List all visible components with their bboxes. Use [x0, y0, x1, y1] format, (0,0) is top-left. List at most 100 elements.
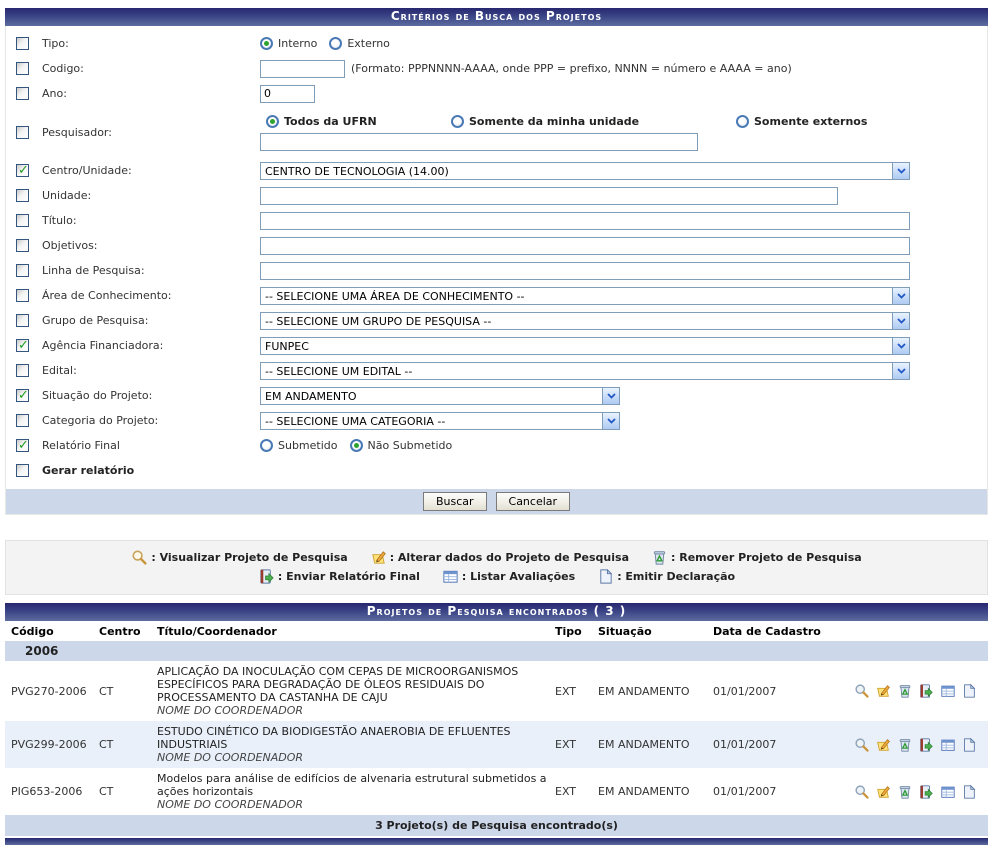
form-row-agencia-financiadora: Agência Financiadora: FUNPEC: [6, 333, 987, 358]
edit-icon[interactable]: [875, 737, 891, 753]
project-status: EM ANDAMENTO: [596, 661, 711, 721]
edit-icon[interactable]: [875, 784, 891, 800]
table-row: PVG299-2006 CT ESTUDO CINÉTICO DA BIODIG…: [5, 721, 988, 768]
declaration-icon[interactable]: [961, 737, 977, 753]
unidade-input[interactable]: [260, 187, 838, 205]
edit-icon[interactable]: [875, 683, 891, 699]
agencia-financiadora-select[interactable]: FUNPEC: [260, 337, 910, 355]
objetivos-checkbox[interactable]: [16, 239, 29, 252]
column-header-codigo: Código: [5, 621, 97, 641]
buscar-button[interactable]: Buscar: [423, 492, 487, 511]
send-report-icon[interactable]: [918, 784, 934, 800]
project-code: PVG299-2006: [5, 721, 97, 768]
search-icon[interactable]: [854, 737, 870, 753]
grupo-pesquisa-select[interactable]: -- SELECIONE UM GRUPO DE PESQUISA --: [260, 312, 910, 330]
legend-label: Listar Avaliações: [462, 570, 575, 583]
pesquisador-checkbox[interactable]: [16, 126, 29, 139]
list-evaluations-icon[interactable]: [940, 683, 956, 699]
send-report-icon[interactable]: [918, 683, 934, 699]
relatorio-nao-submetido-radio[interactable]: [350, 439, 363, 452]
cancelar-button[interactable]: Cancelar: [496, 492, 571, 511]
bottom-divider-bar: [5, 838, 988, 845]
chevron-down-icon: [602, 388, 619, 404]
tipo-externo-radio[interactable]: [329, 37, 342, 50]
codigo-format-hint: (Formato: PPPNNNN-AAAA, onde PPP = prefi…: [351, 62, 792, 75]
table-header-row: Código Centro Título/Coordenador Tipo Si…: [5, 621, 988, 641]
relatorio-final-checkbox[interactable]: [16, 439, 29, 452]
pesquisador-minha-unidade-radio[interactable]: [451, 115, 464, 128]
legend-item-emitir-declaracao: Emitir Declaração: [597, 568, 735, 585]
delete-icon[interactable]: [897, 737, 913, 753]
categoria-projeto-selected-value: -- SELECIONE UMA CATEGORIA --: [261, 413, 602, 429]
pesquisador-todos-radio[interactable]: [266, 115, 279, 128]
form-row-linha-pesquisa: Linha de Pesquisa:: [6, 258, 987, 283]
delete-icon[interactable]: [897, 683, 913, 699]
form-row-titulo: Título:: [6, 208, 987, 233]
action-icons-legend: Visualizar Projeto de Pesquisa Alterar d…: [5, 540, 988, 595]
relatorio-submetido-label: Submetido: [278, 439, 338, 452]
situacao-projeto-label: Situação do Projeto:: [42, 389, 260, 402]
edital-select[interactable]: -- SELECIONE UM EDITAL --: [260, 362, 910, 380]
legend-item-remover: Remover Projeto de Pesquisa: [651, 549, 862, 566]
ano-input[interactable]: [260, 85, 315, 103]
situacao-projeto-checkbox[interactable]: [16, 389, 29, 402]
gerar-relatorio-label: Gerar relatório: [42, 464, 260, 477]
project-status: EM ANDAMENTO: [596, 721, 711, 768]
search-icon[interactable]: [854, 784, 870, 800]
grupo-pesquisa-checkbox[interactable]: [16, 314, 29, 327]
gerar-relatorio-checkbox[interactable]: [16, 464, 29, 477]
situacao-projeto-select[interactable]: EM ANDAMENTO: [260, 387, 620, 405]
pesquisador-externos-radio[interactable]: [736, 115, 749, 128]
centro-unidade-label: Centro/Unidade:: [42, 164, 260, 177]
titulo-input[interactable]: [260, 212, 910, 230]
form-row-ano: Ano:: [6, 81, 987, 106]
ano-checkbox[interactable]: [16, 87, 29, 100]
list-evaluations-icon[interactable]: [940, 737, 956, 753]
unidade-checkbox[interactable]: [16, 189, 29, 202]
linha-pesquisa-checkbox[interactable]: [16, 264, 29, 277]
form-row-relatorio-final: Relatório Final Submetido Não Submetido: [6, 433, 987, 458]
form-row-edital: Edital: -- SELECIONE UM EDITAL --: [6, 358, 987, 383]
edital-checkbox[interactable]: [16, 364, 29, 377]
declaration-icon[interactable]: [961, 683, 977, 699]
area-conhecimento-selected-value: -- SELECIONE UMA ÁREA DE CONHECIMENTO --: [261, 288, 892, 304]
chevron-down-icon: [892, 288, 909, 304]
centro-unidade-select[interactable]: CENTRO DE TECNOLOGIA (14.00): [260, 162, 910, 180]
form-row-grupo-pesquisa: Grupo de Pesquisa: -- SELECIONE UM GRUPO…: [6, 308, 987, 333]
relatorio-submetido-radio[interactable]: [260, 439, 273, 452]
declaration-icon[interactable]: [961, 784, 977, 800]
pesquisador-input[interactable]: [260, 133, 698, 151]
project-type: EXT: [553, 721, 596, 768]
legend-label: Enviar Relatório Final: [278, 570, 420, 583]
area-conhecimento-select[interactable]: -- SELECIONE UMA ÁREA DE CONHECIMENTO --: [260, 287, 910, 305]
area-conhecimento-label: Área de Conhecimento:: [42, 289, 260, 302]
delete-icon[interactable]: [897, 784, 913, 800]
centro-unidade-checkbox[interactable]: [16, 164, 29, 177]
tipo-checkbox[interactable]: [16, 37, 29, 50]
send-report-icon[interactable]: [918, 737, 934, 753]
list-evaluations-icon: [442, 568, 459, 585]
agencia-financiadora-checkbox[interactable]: [16, 339, 29, 352]
pesquisador-label: Pesquisador:: [42, 126, 260, 139]
tipo-interno-radio[interactable]: [260, 37, 273, 50]
pesquisador-externos-label: Somente externos: [754, 115, 867, 128]
area-conhecimento-checkbox[interactable]: [16, 289, 29, 302]
categoria-projeto-checkbox[interactable]: [16, 414, 29, 427]
categoria-projeto-select[interactable]: -- SELECIONE UMA CATEGORIA --: [260, 412, 620, 430]
search-icon[interactable]: [854, 683, 870, 699]
categoria-projeto-label: Categoria do Projeto:: [42, 414, 260, 427]
year-group-label: 2006: [5, 641, 988, 661]
chevron-down-icon: [602, 413, 619, 429]
list-evaluations-icon[interactable]: [940, 784, 956, 800]
legend-label: Remover Projeto de Pesquisa: [671, 551, 862, 564]
linha-pesquisa-input[interactable]: [260, 262, 910, 280]
project-title: Modelos para análise de edifícios de alv…: [157, 772, 551, 798]
codigo-checkbox[interactable]: [16, 62, 29, 75]
objetivos-input[interactable]: [260, 237, 910, 255]
year-group-row: 2006: [5, 641, 988, 661]
titulo-checkbox[interactable]: [16, 214, 29, 227]
codigo-input[interactable]: [260, 60, 345, 78]
pesquisador-minha-unidade-label: Somente da minha unidade: [469, 115, 724, 128]
form-row-unidade: Unidade:: [6, 183, 987, 208]
relatorio-nao-submetido-label: Não Submetido: [368, 439, 453, 452]
